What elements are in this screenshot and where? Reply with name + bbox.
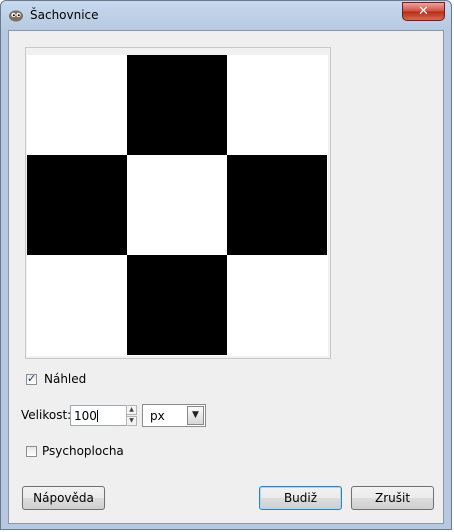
chevron-down-icon: ▼ [192,410,199,420]
help-button-label: Nápověda [33,491,94,505]
checker-square-dark [127,55,227,155]
close-icon: ✕ [418,4,429,19]
preview-checkbox[interactable]: ✓ [26,372,37,385]
dialog-window: Šachovnice ✕ ✓ Náhled Velikost: 100 ▲ ▼ … [0,0,452,530]
window-title: Šachovnice [30,8,99,22]
gimp-wilber-icon [9,10,23,22]
size-spinner: ▲ ▼ [126,405,137,426]
text-cursor [96,410,98,422]
spin-up-button[interactable]: ▲ [126,405,137,415]
title-bar[interactable]: Šachovnice ✕ [1,1,451,31]
dialog-content: ✓ Náhled Velikost: 100 ▲ ▼ px ▼ Psychopl… [8,30,444,524]
unit-value: px [150,409,165,423]
preview-frame [25,47,331,359]
ok-button[interactable]: Budiž [259,486,342,510]
help-button[interactable]: Nápověda [22,486,105,510]
close-button[interactable]: ✕ [402,2,445,21]
checker-square-light [27,255,127,355]
unit-select[interactable]: px ▼ [142,404,206,427]
preview-label[interactable]: Náhled [44,372,86,386]
checkmark-icon: ✓ [27,372,37,385]
cancel-button-label: Zrušit [374,491,411,505]
checker-square-dark [227,155,327,255]
size-input[interactable]: 100 [70,405,127,426]
size-value: 100 [74,409,97,423]
checker-square-light [27,55,127,155]
dropdown-arrow-button[interactable]: ▼ [187,406,204,425]
checker-square-light [227,55,327,155]
preview-canvas[interactable] [27,55,328,356]
psychoplocha-checkbox[interactable] [26,446,37,457]
checker-square-dark [27,155,127,255]
preview-label-text: Náhled [44,372,87,386]
checker-square-dark [127,255,227,355]
checker-square-light [227,255,327,355]
checker-square-light [127,155,227,255]
arrow-up-icon: ▲ [129,406,134,413]
size-label: Velikost: [21,408,72,422]
cancel-button[interactable]: Zrušit [351,486,434,510]
psychoplocha-label[interactable]: Psychoplocha [42,444,124,458]
spin-down-button[interactable]: ▼ [126,416,137,426]
ok-button-label: Budiž [283,491,318,505]
arrow-down-icon: ▼ [129,417,134,424]
